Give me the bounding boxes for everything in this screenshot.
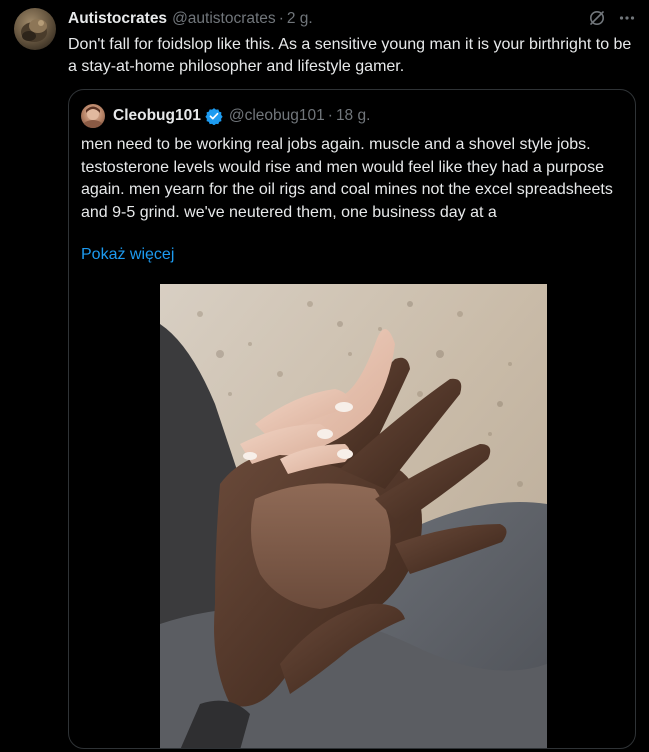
tweet-timestamp[interactable]: 2 g. [287, 10, 313, 28]
grok-icon[interactable] [587, 8, 607, 28]
quoted-header-separator: · [327, 107, 333, 124]
author-avatar[interactable] [14, 8, 56, 50]
quoted-tweet[interactable]: Cleobug101 @cleobug101 · 18 g. men need … [68, 89, 636, 749]
tweet-text: Don't fall for foidslop like this. As a … [68, 36, 632, 75]
quoted-author-avatar[interactable] [81, 104, 105, 128]
quoted-author-display-name[interactable]: Cleobug101 [113, 107, 201, 125]
author-display-name[interactable]: Autistocrates [68, 10, 167, 28]
tweet-actions-top [587, 8, 637, 28]
show-more-link[interactable]: Pokaż więcej [81, 244, 174, 266]
hands-photo-icon [160, 284, 547, 748]
quoted-tweet-timestamp[interactable]: 18 g. [336, 107, 370, 125]
verified-badge-icon [205, 107, 223, 125]
header-separator: · [278, 10, 284, 27]
tweet-header: Autistocrates @autistocrates · 2 g. [68, 9, 313, 29]
quoted-tweet-text: men need to be working real jobs again. … [81, 136, 613, 221]
author-handle[interactable]: @autistocrates [172, 10, 276, 28]
quoted-tweet-header: Cleobug101 @cleobug101 · 18 g. [113, 106, 370, 126]
quoted-author-handle[interactable]: @cleobug101 [229, 107, 325, 125]
quoted-tweet-photo[interactable] [160, 284, 547, 748]
more-icon[interactable] [617, 8, 637, 28]
tweet[interactable]: Autistocrates @autistocrates · 2 g. Don'… [0, 0, 649, 752]
